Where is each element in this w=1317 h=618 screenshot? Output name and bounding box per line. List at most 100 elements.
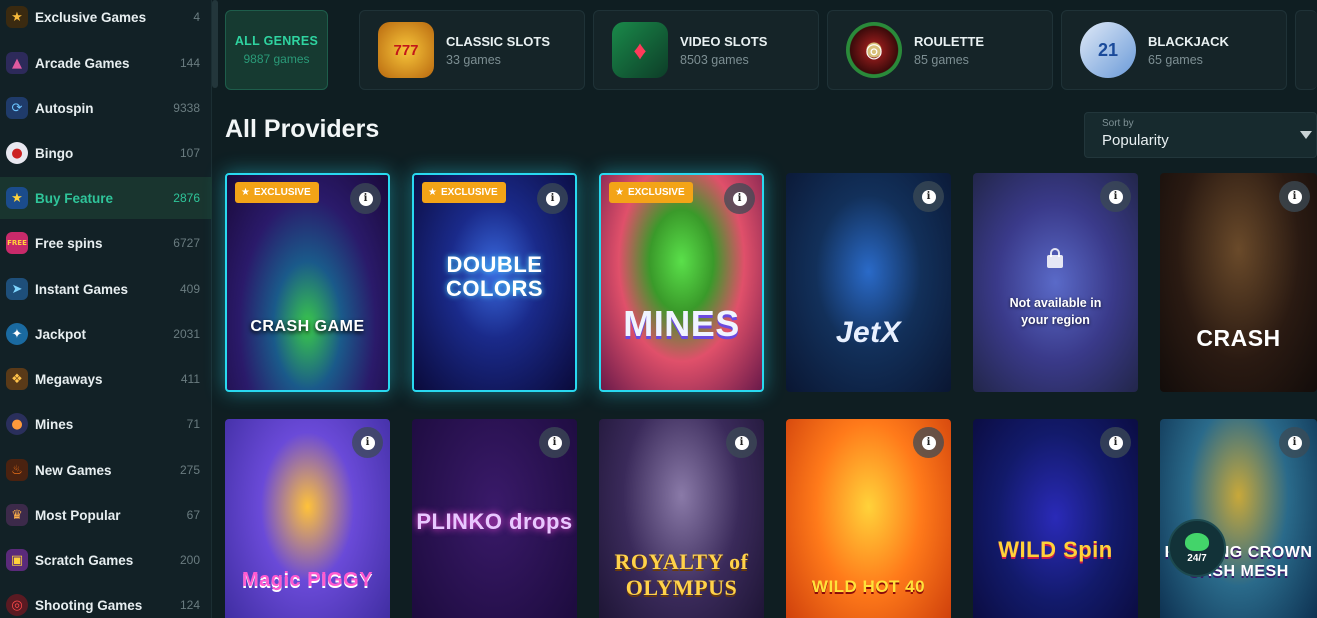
game-card-royalty-of-olympus[interactable]: i ROYALTY of OLYMPUS (599, 419, 764, 618)
info-icon: i (734, 435, 749, 450)
genre-tab-all[interactable]: ALL GENRES 9887 games (225, 10, 328, 90)
sidebar-item-shooting-games[interactable]: ◎ Shooting Games 124 (0, 584, 212, 618)
sidebar-item-scratch-games[interactable]: ▣ Scratch Games 200 (0, 539, 212, 581)
genre-tab-video-slots[interactable]: ♦ VIDEO SLOTS 8503 games (593, 10, 819, 90)
sidebar-item-label: Instant Games (35, 281, 129, 297)
star-icon: ★ (615, 187, 624, 198)
sidebar-item-bingo[interactable]: ● Bingo 107 (0, 132, 212, 174)
game-title: WILD Spin (998, 537, 1113, 562)
caret-down-icon (1300, 131, 1312, 139)
game-card-magic-piggy[interactable]: i Magic PIGGY (225, 419, 390, 618)
game-card-double-colors[interactable]: ★ EXCLUSIVE i DOUBLE COLORS (412, 173, 577, 392)
bingo-ball-icon: ● (6, 142, 28, 164)
genre-all-count: 9887 games (243, 52, 310, 66)
info-button[interactable]: i (1279, 181, 1310, 212)
flame-icon: ♨ (6, 459, 28, 481)
sidebar-item-mines[interactable]: ● Mines 71 (0, 403, 212, 445)
video-slot-icon: ♦ (612, 22, 668, 78)
sidebar-item-count: 71 (186, 417, 200, 431)
sidebar-item-label: Exclusive Games (35, 9, 147, 25)
sidebar-item-free-spins[interactable]: FREE Free spins 6727 (0, 222, 212, 264)
game-card-mines[interactable]: ★ EXCLUSIVE i MINES (599, 173, 764, 392)
info-button[interactable]: i (726, 427, 757, 458)
info-button[interactable]: i (350, 183, 381, 214)
game-card-wild-hot-40[interactable]: i WILD HOT 40 (786, 419, 951, 618)
target-icon: ◎ (6, 594, 28, 616)
info-button[interactable]: i (1100, 427, 1131, 458)
sidebar-item-buy-feature[interactable]: ★ Buy Feature 2876 (0, 177, 212, 219)
sidebar-item-count: 4 (193, 10, 200, 24)
roulette-wheel-icon: ◎ (846, 22, 902, 78)
info-icon: i (921, 189, 936, 204)
info-icon: i (1108, 435, 1123, 450)
sidebar-item-label: Scratch Games (35, 552, 134, 568)
genre-count: 33 games (446, 52, 501, 67)
info-button[interactable]: i (539, 427, 570, 458)
sidebar-item-label: Shooting Games (35, 597, 143, 613)
sort-dropdown[interactable]: Sort by Popularity (1084, 112, 1317, 158)
info-icon: i (1108, 189, 1123, 204)
info-button[interactable]: i (913, 427, 944, 458)
notice-line: your region (1021, 313, 1090, 327)
genre-tab-classic-slots[interactable]: 777 CLASSIC SLOTS 33 games (359, 10, 585, 90)
game-card-unavailable[interactable]: i Not available in your region (973, 173, 1138, 392)
sidebar-scrollbar[interactable] (212, 0, 218, 88)
cards-21-icon: 21 (1080, 22, 1136, 78)
sidebar-item-jackpot[interactable]: ✦ Jackpot 2031 (0, 313, 212, 355)
sidebar-item-instant-games[interactable]: ➤ Instant Games 409 (0, 268, 212, 310)
sidebar-item-count: 9338 (173, 101, 200, 115)
sort-value: Popularity (1102, 132, 1169, 149)
sidebar-item-count: 409 (179, 282, 200, 296)
badge-label: EXCLUSIVE (253, 187, 311, 198)
info-button[interactable]: i (724, 183, 755, 214)
info-button[interactable]: i (913, 181, 944, 212)
bomb-icon: ● (6, 413, 28, 435)
sidebar-item-label: Autospin (35, 100, 94, 116)
category-sidebar: ★ Exclusive Games 4 ▲ Arcade Games 144 ⟳… (0, 0, 212, 618)
sidebar-item-count: 2876 (173, 191, 200, 205)
badge-label: EXCLUSIVE (627, 187, 685, 198)
game-title: WILD HOT 40 (811, 577, 926, 596)
sidebar-item-megaways[interactable]: ❖ Megaways 411 (0, 358, 212, 400)
game-title: PLINKO drops (416, 509, 573, 534)
game-card-wild-spin[interactable]: i WILD Spin (973, 419, 1138, 618)
sidebar-item-count: 107 (179, 146, 200, 160)
sidebar-item-count: 411 (180, 372, 200, 386)
info-button[interactable]: i (1279, 427, 1310, 458)
game-card-jetx[interactable]: i JetX (786, 173, 951, 392)
genre-all-title: ALL GENRES (234, 34, 319, 48)
live-support-button[interactable]: 24/7 (1168, 519, 1226, 577)
sidebar-item-autospin[interactable]: ⟳ Autospin 9338 (0, 87, 212, 129)
info-button[interactable]: i (352, 427, 383, 458)
sidebar-item-most-popular[interactable]: ♛ Most Popular 67 (0, 494, 212, 536)
sidebar-item-exclusive-games[interactable]: ★ Exclusive Games 4 (0, 0, 212, 38)
page-title: All Providers (225, 115, 380, 143)
sidebar-item-label: New Games (35, 462, 112, 478)
777-slot-icon: 777 (378, 22, 434, 78)
crown-icon: ♛ (6, 504, 28, 526)
game-card-running-crown-cash[interactable]: i RUNNING CROWN CASH MESH (1160, 419, 1317, 618)
sidebar-item-label: Megaways (35, 371, 103, 387)
game-title: ROYALTY of OLYMPUS (614, 549, 749, 600)
sidebar-item-count: 200 (179, 553, 200, 567)
game-card-crash-game[interactable]: ★ EXCLUSIVE i CRASH GAME (225, 173, 390, 392)
support-agent-icon (1185, 532, 1209, 551)
sidebar-item-new-games[interactable]: ♨ New Games 275 (0, 449, 212, 491)
support-label: 24/7 (1187, 552, 1207, 564)
sidebar-item-arcade-games[interactable]: ▲ Arcade Games 144 (0, 42, 212, 84)
game-card-crash[interactable]: i CRASH (1160, 173, 1317, 392)
genre-tab-partial[interactable] (1295, 10, 1317, 90)
star-icon: ★ (6, 187, 28, 209)
info-button[interactable]: i (537, 183, 568, 214)
sidebar-item-label: Bingo (35, 145, 74, 161)
game-card-plinko-drops[interactable]: i PLINKO drops (412, 419, 577, 618)
info-icon: i (545, 191, 560, 206)
free-badge-icon: FREE (6, 232, 28, 254)
genre-tab-blackjack[interactable]: 21 BLACKJACK 65 games (1061, 10, 1287, 90)
genre-count: 85 games (914, 52, 969, 67)
lock-icon (1047, 248, 1063, 268)
sidebar-item-label: Arcade Games (35, 55, 130, 71)
sidebar-item-count: 6727 (173, 236, 200, 250)
genre-tab-roulette[interactable]: ◎ ROULETTE 85 games (827, 10, 1053, 90)
info-button[interactable]: i (1100, 181, 1131, 212)
